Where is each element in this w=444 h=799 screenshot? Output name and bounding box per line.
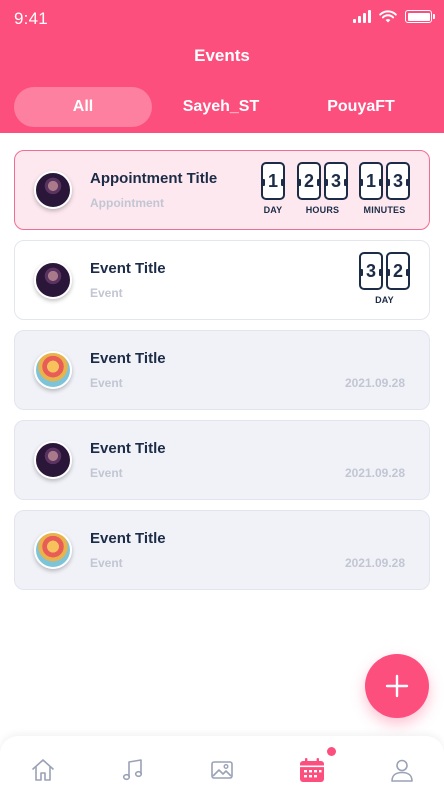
gallery-icon xyxy=(211,761,233,779)
event-subtitle: Event xyxy=(90,376,123,390)
countdown-digit: 3 xyxy=(324,162,348,200)
nav-calendar[interactable] xyxy=(297,747,336,785)
tab-sayeh-st[interactable]: Sayeh_ST xyxy=(156,87,286,127)
countdown-unit: MINUTES xyxy=(363,205,406,215)
countdown-hours: 2 3 HOURS xyxy=(297,162,348,215)
countdown-day: 1 DAY xyxy=(261,162,285,215)
event-card[interactable]: Event Title Event 2021.09.28 xyxy=(14,420,430,500)
status-bar: 9:41 xyxy=(0,0,444,36)
plus-icon xyxy=(385,674,409,698)
countdown-digit: 2 xyxy=(297,162,321,200)
home-icon xyxy=(32,759,54,781)
countdown-digit: 1 xyxy=(359,162,383,200)
avatar xyxy=(34,531,72,569)
countdown-digit: 1 xyxy=(261,162,285,200)
music-icon xyxy=(122,759,143,781)
nav-profile[interactable] xyxy=(387,755,417,785)
event-card[interactable]: Event Title Event 2021.09.28 xyxy=(14,330,430,410)
add-event-button[interactable] xyxy=(365,654,429,718)
calendar-icon xyxy=(300,758,324,782)
battery-icon xyxy=(405,10,435,23)
countdown-minutes: 1 3 MINUTES xyxy=(359,162,410,215)
cellular-signal-icon xyxy=(353,10,371,23)
event-subtitle: Event xyxy=(90,286,123,300)
nav-gallery[interactable] xyxy=(207,755,237,785)
event-title: Event Title xyxy=(90,260,166,277)
page-title: Events xyxy=(194,46,250,65)
event-date: 2021.09.28 xyxy=(344,466,405,480)
countdown-digit: 2 xyxy=(386,252,410,290)
countdown-unit: DAY xyxy=(263,205,283,215)
event-subtitle: Event xyxy=(90,556,123,570)
wifi-icon xyxy=(379,10,397,23)
countdown-unit: DAY xyxy=(375,295,394,305)
nav-music[interactable] xyxy=(118,755,148,785)
event-title: Event Title xyxy=(90,530,166,547)
tab-all[interactable]: All xyxy=(14,87,152,127)
event-title: Event Title xyxy=(90,350,166,367)
event-card[interactable]: Appointment Title Appointment 1 DAY 2 3 … xyxy=(14,150,430,230)
avatar xyxy=(34,261,72,299)
event-title: Appointment Title xyxy=(90,170,218,187)
status-time: 9:41 xyxy=(14,9,48,28)
event-card[interactable]: Event Title Event 3 2 DAY xyxy=(14,240,430,320)
tab-bar: All Sayeh_ST PouyaFT xyxy=(14,87,430,127)
countdown-digit: 3 xyxy=(386,162,410,200)
tab-pouyaft[interactable]: PouyaFT xyxy=(296,87,426,127)
nav-home[interactable] xyxy=(28,755,58,785)
notification-dot xyxy=(327,747,336,756)
countdown-day: 3 2 DAY xyxy=(359,252,410,305)
header: 9:41 Events All Sayeh_ST PouyaFT xyxy=(0,0,444,133)
countdown-digit: 3 xyxy=(359,252,383,290)
status-icons xyxy=(353,10,435,23)
countdown-unit: HOURS xyxy=(305,205,340,215)
avatar xyxy=(34,171,72,209)
avatar xyxy=(34,351,72,389)
event-date: 2021.09.28 xyxy=(344,556,405,570)
profile-icon xyxy=(391,759,413,782)
event-date: 2021.09.28 xyxy=(344,376,405,390)
event-card[interactable]: Event Title Event 2021.09.28 xyxy=(14,510,430,590)
avatar xyxy=(34,441,72,479)
event-title: Event Title xyxy=(90,440,166,457)
event-subtitle: Event xyxy=(90,466,123,480)
bottom-nav xyxy=(0,736,444,799)
event-subtitle: Appointment xyxy=(90,196,164,210)
